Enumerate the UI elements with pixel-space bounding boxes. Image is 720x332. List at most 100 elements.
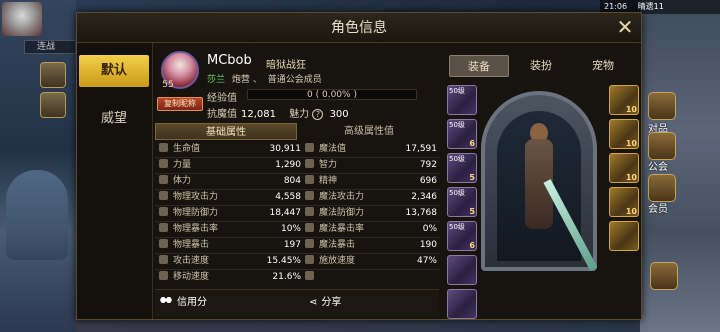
menu-icon-2 [648, 132, 676, 160]
character-info-panel: 角色信息 ✕ 默认 威望 55 复制昵称 MCbob 暗狱战狂 莎兰 炮营、 普… [76, 12, 642, 320]
attribute-row: 力量 1,290 智力 792 [155, 159, 439, 172]
tab-pet[interactable]: 宠物 [573, 55, 633, 77]
attr-icon [159, 255, 168, 264]
attr-right-name: 智力 [305, 159, 337, 172]
slot-level: 50级 [449, 121, 465, 129]
slot-level: 50级 [449, 189, 465, 197]
equipment-slot-right[interactable]: 10 [609, 85, 639, 115]
people-icon [159, 296, 173, 306]
attribute-table: 生命值 30,911 魔法值 17,591 力量 1,290 智力 792 体力 804 精神 696… [155, 143, 439, 287]
attr-left-value: 804 [283, 176, 301, 186]
attr-left-name: 物理防御力 [159, 207, 218, 220]
quest-item-icon [40, 92, 66, 118]
attr-right-value: 2,346 [411, 192, 437, 202]
equipment-slot-left[interactable]: 50级 5 [447, 187, 477, 217]
charm-label: 魅力 [289, 109, 310, 120]
attr-left-value: 4,558 [275, 192, 301, 202]
exp-bar: 0 ( 0.00% ) [247, 89, 417, 100]
row-divider [155, 189, 439, 190]
row-divider [155, 157, 439, 158]
charm-value: 300 [329, 109, 349, 120]
menu-label-2: 公会 [648, 162, 668, 173]
level-badge: 55 [162, 80, 174, 90]
close-button[interactable]: ✕ [615, 17, 635, 38]
slot-enhance: 5 [469, 207, 475, 216]
copy-name-button[interactable]: 复制昵称 [157, 97, 203, 111]
equipment-slot-left[interactable]: 50级 [447, 85, 477, 115]
menu-icon-1 [648, 92, 676, 120]
slot-enhance: 6 [469, 139, 475, 148]
row-divider [155, 269, 439, 270]
attr-right-value: 47% [416, 256, 437, 266]
equipment-slot-right[interactable] [609, 221, 639, 251]
attr-icon [305, 255, 314, 264]
panel-title: 角色信息 [77, 13, 641, 43]
exp-label: 经验值 [207, 93, 237, 104]
quest-scroll-icon [40, 62, 66, 88]
background-tag: 连战 [24, 40, 76, 54]
attr-left-name: 生命值 [159, 143, 200, 156]
attr-left-value: 10% [280, 224, 301, 234]
equipment-slot-left[interactable]: 50级 6 [447, 119, 477, 149]
equipment-slot-right[interactable]: 10 [609, 153, 639, 183]
attr-right-value: 0% [422, 224, 437, 234]
attr-right-name: 魔法暴击率 [305, 223, 364, 236]
equipment-slot-left[interactable]: 50级 5 [447, 153, 477, 183]
attr-icon [159, 175, 168, 184]
attr-right-value: 696 [419, 176, 437, 186]
side-tabs: 默认 威望 [77, 43, 153, 319]
background-right: 对品 公会 会员 [640, 0, 720, 332]
equipment-slot-left[interactable]: 50级 6 [447, 221, 477, 251]
attr-left-value: 15.45% [266, 256, 301, 266]
side-tab-prestige[interactable]: 威望 [79, 103, 149, 135]
attr-icon [159, 207, 168, 216]
server-name: 莎兰 [207, 75, 226, 85]
slot-enhance: 10 [625, 105, 637, 114]
guild-line: 莎兰 炮营、 普通公会成员 [207, 75, 322, 85]
stats-line: 抗魔值 12,081 魅力 ? 300 [207, 105, 349, 120]
slot-enhance: 10 [625, 139, 637, 148]
row-divider [155, 221, 439, 222]
share-label: 分享 [321, 297, 342, 308]
slot-enhance: 5 [469, 173, 475, 182]
attr-icon [159, 239, 168, 248]
attr-right-name [305, 271, 319, 284]
slot-level: 50级 [449, 155, 465, 163]
attribute-row: 物理攻击力 4,558 魔法攻击力 2,346 [155, 191, 439, 204]
equipment-slot-left[interactable] [447, 289, 477, 319]
attribute-row: 物理防御力 18,447 魔法防御力 13,768 [155, 207, 439, 220]
attr-right-value: 13,768 [405, 208, 438, 218]
attr-icon [305, 207, 314, 216]
share-button[interactable]: ⋖ 分享 [309, 293, 389, 313]
guild-banner-icon [6, 170, 68, 260]
side-tab-default[interactable]: 默认 [79, 55, 149, 87]
status-carrier: 晴遗11 [637, 2, 664, 11]
attr-right-value: 190 [419, 240, 437, 250]
menu-icon-3 [648, 174, 676, 202]
slot-level: 50级 [449, 223, 465, 231]
attr-icon [305, 175, 314, 184]
attr-left-value: 18,447 [269, 208, 302, 218]
attr-right-name: 魔法防御力 [305, 207, 364, 220]
attr-icon [305, 191, 314, 200]
tab-basic-attributes[interactable]: 基础属性 [155, 123, 297, 140]
attr-right-name: 魔法攻击力 [305, 191, 364, 204]
equipment-slot-left[interactable] [447, 255, 477, 285]
attr-right-name: 魔法值 [305, 143, 346, 156]
attr-icon [305, 223, 314, 232]
tab-costume[interactable]: 装扮 [511, 55, 571, 77]
attr-icon [159, 159, 168, 168]
equipment-slot-right[interactable]: 10 [609, 187, 639, 217]
tab-equipment[interactable]: 装备 [449, 55, 509, 77]
help-icon[interactable]: ? [312, 109, 324, 120]
character-name: MCbob [207, 53, 252, 68]
attr-left-name: 物理攻击力 [159, 191, 218, 204]
tab-advanced-attributes[interactable]: 高级属性值 [301, 123, 437, 140]
attr-left-name: 体力 [159, 175, 191, 188]
credit-score-button[interactable]: 信用分 [159, 293, 249, 313]
menu-icon-4 [650, 262, 678, 290]
slot-enhance: 10 [625, 173, 637, 182]
attribute-row: 攻击速度 15.45% 施放速度 47% [155, 255, 439, 268]
slot-enhance: 10 [625, 207, 637, 216]
equipment-slot-right[interactable]: 10 [609, 119, 639, 149]
